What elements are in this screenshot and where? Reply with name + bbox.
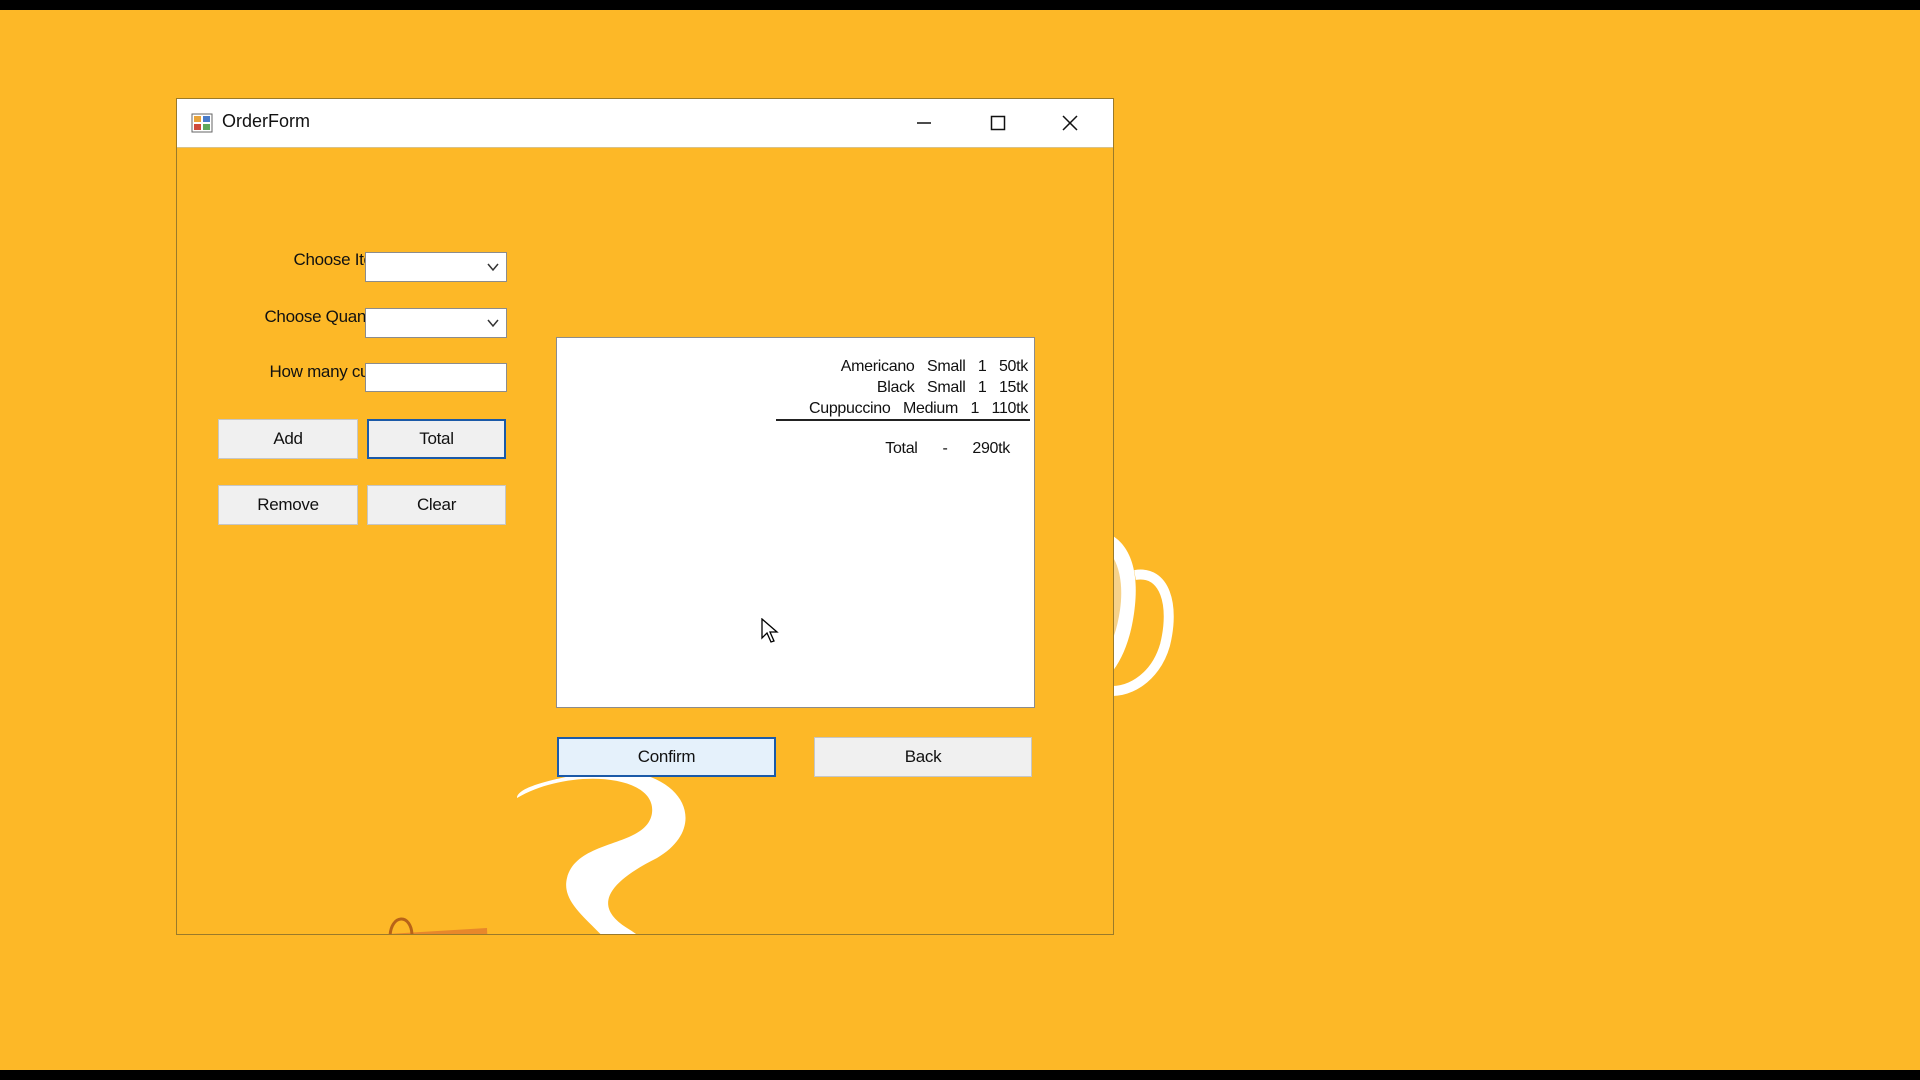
total-row: Total - 290tk [844,422,1010,476]
window-title: OrderForm [222,111,311,131]
chevron-down-icon [487,319,499,328]
close-icon [1062,115,1078,131]
cups-input[interactable] [365,363,507,392]
title-bar[interactable]: OrderForm [177,99,1113,148]
choose-item-label: Choose Item: [293,250,391,269]
minimize-button[interactable] [889,99,959,147]
chevron-down-icon [487,263,499,272]
total-label: Total [885,440,918,457]
item-name: Cuppuccino [808,400,891,417]
remove-button[interactable]: Remove [218,485,358,525]
add-button[interactable]: Add [218,419,358,459]
form-client-area: Choose Item: Choose Quantity: How many c… [177,148,1113,934]
choose-item-combobox[interactable] [365,252,507,282]
back-button[interactable]: Back [814,737,1032,777]
shopping-bag-illustration [388,917,488,934]
item-size: Medium [902,400,959,417]
minimize-icon [917,122,931,124]
maximize-icon [990,115,1006,131]
order-form-window: OrderForm Choose Item: Choose Quantity: … [176,98,1114,935]
item-price: 110tk [991,400,1029,417]
maximize-button[interactable] [963,99,1033,147]
total-separator: - [942,440,948,457]
confirm-button[interactable]: Confirm [557,737,776,777]
total-button[interactable]: Total [367,419,506,459]
item-qty: 1 [970,400,980,417]
desktop-background: OrderForm Choose Item: Choose Quantity: … [0,10,1920,1070]
choose-quantity-combobox[interactable] [365,308,507,338]
app-form-icon [191,113,213,133]
total-divider-line [776,419,1030,421]
close-button[interactable] [1035,99,1105,147]
mouse-pointer-icon [761,618,779,643]
total-value: 290tk [972,440,1010,457]
clear-button[interactable]: Clear [367,485,506,525]
order-listbox[interactable]: Americano Small 1 50tk Black Small 1 15t… [556,337,1035,708]
cups-label: How many cups: [269,362,392,381]
coffee-steam-illustration [517,770,686,934]
choose-quantity-label: Choose Quantity: [264,307,391,326]
